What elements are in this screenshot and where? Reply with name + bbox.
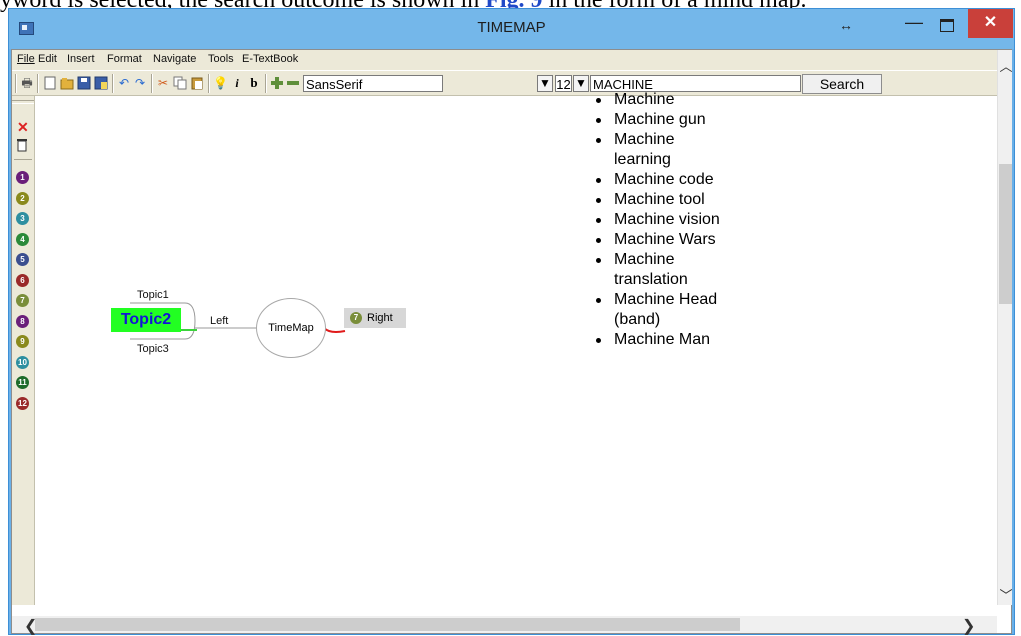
priority-5-icon[interactable]: 5 [16,253,29,266]
search-result-item[interactable]: Machine vision [590,210,730,230]
panel-grip [12,100,34,104]
toolbar-separator [37,74,39,93]
horizontal-scrollbar[interactable]: ❮ ❯ [12,616,997,636]
trash-icon[interactable] [16,138,28,157]
toolbar-grip [15,74,17,93]
right-branch-connector [323,327,346,333]
open-folder-icon[interactable] [60,76,74,90]
bold-button[interactable]: b [247,76,261,90]
menu-edit[interactable]: Edit [38,53,57,65]
priority-6-icon[interactable]: 6 [16,273,29,287]
left-branch-label[interactable]: Left [210,315,228,327]
vertical-scroll-thumb[interactable] [999,164,1012,304]
right-branch-label: Right [367,312,393,324]
save-as-icon[interactable] [94,76,108,90]
canvas-bottom-space [12,605,997,616]
panel-separator [14,159,32,160]
new-file-icon[interactable] [43,76,57,90]
search-result-item[interactable]: Machine gun [590,110,730,130]
central-node[interactable]: TimeMap [256,298,326,358]
search-result-item[interactable]: Machine tool [590,190,730,210]
menu-file[interactable]: File [17,53,35,65]
search-result-item[interactable]: Machine Wars [590,230,730,250]
menu-navigate[interactable]: Navigate [153,53,196,65]
copy-icon[interactable] [173,76,187,90]
print-icon[interactable]: 🖶 [20,76,34,90]
search-button[interactable]: Search [802,74,882,94]
menu-tools[interactable]: Tools [208,53,234,65]
toolbar: 🖶 ↶ ↷ ✂ 💡 i b SansSerif ▼ 12 ▼ MACHINE S… [12,70,997,96]
topic2-node[interactable]: Topic2 [111,308,181,332]
font-size-dropdown-arrow[interactable]: ▼ [573,75,589,92]
priority-2-icon[interactable]: 2 [16,191,29,205]
toolbar-separator [112,74,114,93]
undo-icon[interactable]: ↶ [117,76,131,90]
font-family-dropdown-arrow[interactable]: ▼ [537,75,553,92]
mind-map-connectors [130,302,346,340]
search-result-item[interactable]: Machine translation [590,250,730,290]
search-result-item[interactable]: Machine [590,90,730,110]
topic1-node[interactable]: Topic1 [137,289,169,301]
priority-8-icon[interactable]: 8 [16,314,29,328]
search-result-item[interactable]: Machine Head (band) [590,290,730,330]
toolbar-separator [208,74,210,93]
scroll-up-arrow[interactable]: ︿ [999,56,1013,75]
maximize-button[interactable] [934,13,960,39]
maximize-icon [940,19,954,32]
delete-icon[interactable]: ✕ [17,119,29,136]
minimize-button[interactable]: — [901,11,927,39]
remove-node-icon[interactable] [286,76,300,90]
window-title: TIMEMAP [477,19,546,36]
priority-11-icon[interactable]: 11 [16,376,29,389]
paste-icon[interactable] [190,76,204,90]
priority-9-icon[interactable]: 9 [16,335,29,348]
redo-icon[interactable]: ↷ [133,76,147,90]
resize-arrows-icon: ↔ [839,17,853,33]
font-family-select[interactable]: SansSerif [303,75,443,92]
priority-7-icon[interactable]: 7 [16,294,29,307]
priority-4-icon[interactable]: 4 [16,232,29,246]
toolbar-separator [265,74,267,93]
font-size-select[interactable]: 12 [555,75,572,92]
cut-icon[interactable]: ✂ [156,76,170,90]
scroll-down-arrow[interactable]: ﹀ [999,585,1013,604]
topic3-node[interactable]: Topic3 [137,343,169,355]
italic-button[interactable]: i [230,76,244,90]
search-result-list: Machine Machine gun Machine learning Machin… [590,90,730,350]
right-branch-node[interactable]: 7 Right [344,308,406,328]
menu-etextbook[interactable]: E-TextBook [242,53,298,65]
search-result-item[interactable]: Machine code [590,170,730,190]
priority-1-icon[interactable]: 1 [16,171,29,184]
menu-insert[interactable]: Insert [67,53,95,65]
client-area: File Edit Insert Format Navigate Tools E… [11,49,1013,636]
scroll-right-arrow[interactable]: ❯ [962,616,975,636]
mind-map-canvas[interactable]: Topic1 Topic2 Topic3 Left TimeMap 7 Righ… [35,91,997,605]
search-result-item[interactable]: Machine Man [590,330,730,350]
add-node-icon[interactable] [270,76,284,90]
priority-7-icon: 7 [350,312,362,324]
save-icon[interactable] [77,76,91,90]
vertical-scrollbar[interactable]: ︿ ﹀ [997,50,1013,605]
menu-bar: File Edit Insert Format Navigate Tools E… [12,50,1011,70]
menu-format[interactable]: Format [107,53,142,65]
title-bar[interactable]: TIMEMAP ↔ — ✕ [9,9,1014,49]
app-window: TIMEMAP ↔ — ✕ File Edit Insert Format Na… [8,8,1015,635]
priority-3-icon[interactable]: 3 [16,212,29,225]
toolbar-separator [151,74,153,93]
search-result-item[interactable]: Machine learning [590,130,730,170]
priority-12-icon[interactable]: 12 [16,396,29,410]
icon-panel: ✕ 1 2 3 4 5 6 7 8 9 10 11 12 [12,96,35,605]
close-button[interactable]: ✕ [968,9,1013,38]
lightbulb-icon[interactable]: 💡 [213,76,228,90]
priority-10-icon[interactable]: 10 [16,355,29,369]
horizontal-scroll-thumb[interactable] [35,618,740,631]
